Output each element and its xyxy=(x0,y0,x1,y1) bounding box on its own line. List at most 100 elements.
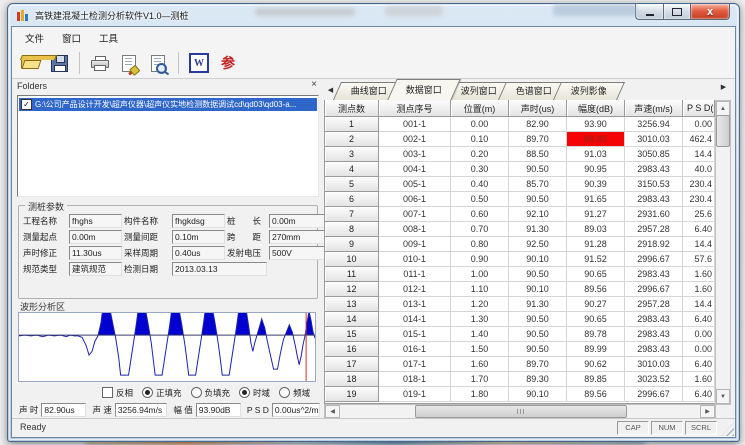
table-cell[interactable]: 40.0 xyxy=(683,162,715,177)
column-header[interactable]: 测点序号 xyxy=(379,100,451,117)
table-cell[interactable]: 012-1 xyxy=(379,282,451,297)
table-cell[interactable]: 001-1 xyxy=(379,117,451,132)
row-number-cell[interactable]: 11 xyxy=(325,267,379,282)
table-cell[interactable]: 0.00 xyxy=(683,342,715,357)
param-value[interactable]: 11.30us xyxy=(69,246,122,260)
table-cell[interactable]: 91.27 xyxy=(567,207,625,222)
table-row[interactable]: 12012-11.1090.1089.562996.671.60 xyxy=(325,282,715,297)
table-row[interactable]: 2002-10.1089.7086.803010.03462.4 xyxy=(325,132,715,147)
word-export-button[interactable]: W xyxy=(187,51,211,75)
table-cell[interactable]: 90.27 xyxy=(567,297,625,312)
table-cell[interactable]: 2983.43 xyxy=(625,327,683,342)
table-cell[interactable]: 0.70 xyxy=(451,222,509,237)
scroll-up-icon[interactable]: ▲ xyxy=(716,101,730,116)
column-header[interactable]: 声速(m/s) xyxy=(625,100,683,117)
scroll-down-icon[interactable]: ▼ xyxy=(716,389,730,404)
table-cell[interactable]: 1.60 xyxy=(683,267,715,282)
param-value[interactable]: 0.10m xyxy=(172,230,225,244)
table-cell[interactable]: 1.60 xyxy=(683,282,715,297)
table-cell[interactable]: 88.50 xyxy=(509,147,567,162)
table-cell[interactable]: 90.50 xyxy=(509,162,567,177)
data-table[interactable]: 测点数测点序号位置(m)声时(us)幅度(dB)声速(m/s)P S D(us1… xyxy=(324,100,716,404)
table-row[interactable]: 3003-10.2088.5091.033050.8514.4 xyxy=(325,147,715,162)
row-number-cell[interactable]: 14 xyxy=(325,312,379,327)
table-cell[interactable]: 007-1 xyxy=(379,207,451,222)
table-cell[interactable]: 91.30 xyxy=(509,297,567,312)
table-cell[interactable]: 004-1 xyxy=(379,162,451,177)
table-cell[interactable]: 462.4 xyxy=(683,132,715,147)
table-cell[interactable]: 89.85 xyxy=(567,372,625,387)
table-cell[interactable]: 90.50 xyxy=(509,267,567,282)
table-cell[interactable]: 0.20 xyxy=(451,147,509,162)
waveform-canvas[interactable] xyxy=(18,312,316,382)
open-button[interactable] xyxy=(18,51,42,75)
table-cell[interactable]: 89.30 xyxy=(509,372,567,387)
row-number-cell[interactable]: 17 xyxy=(325,357,379,372)
table-cell[interactable]: 3050.85 xyxy=(625,147,683,162)
tab-5[interactable]: 波列影像 xyxy=(553,82,625,100)
table-cell[interactable]: 015-1 xyxy=(379,327,451,342)
table-cell[interactable]: 1.50 xyxy=(451,342,509,357)
table-cell[interactable]: 89.03 xyxy=(567,222,625,237)
row-number-cell[interactable]: 18 xyxy=(325,372,379,387)
table-cell[interactable]: 86.80 xyxy=(567,132,625,147)
menu-item-2[interactable]: 窗口 xyxy=(53,28,90,48)
table-cell[interactable]: 011-1 xyxy=(379,267,451,282)
table-cell[interactable]: 014-1 xyxy=(379,312,451,327)
table-cell[interactable]: 002-1 xyxy=(379,132,451,147)
table-cell[interactable]: 0.00 xyxy=(683,117,715,132)
table-cell[interactable]: 14.4 xyxy=(683,237,715,252)
table-cell[interactable]: 57.6 xyxy=(683,252,715,267)
table-cell[interactable]: 14.4 xyxy=(683,147,715,162)
table-cell[interactable]: 017-1 xyxy=(379,357,451,372)
invert-checkbox[interactable]: 反相 xyxy=(102,387,133,399)
table-cell[interactable]: 2983.43 xyxy=(625,342,683,357)
table-cell[interactable]: 3023.52 xyxy=(625,372,683,387)
table-cell[interactable]: 230.4 xyxy=(683,192,715,207)
table-row[interactable]: 5005-10.4085.7090.393150.53230.4 xyxy=(325,177,715,192)
table-cell[interactable]: 92.50 xyxy=(509,237,567,252)
table-cell[interactable]: 89.99 xyxy=(567,342,625,357)
row-number-cell[interactable]: 5 xyxy=(325,177,379,192)
table-cell[interactable]: 6.40 xyxy=(683,312,715,327)
table-cell[interactable]: 0.50 xyxy=(451,192,509,207)
table-cell[interactable]: 1.10 xyxy=(451,282,509,297)
vertical-scrollbar[interactable]: ▲ ▼ xyxy=(715,100,731,405)
table-cell[interactable]: 14.4 xyxy=(683,297,715,312)
table-row[interactable]: 8008-10.7091.3089.032957.286.40 xyxy=(325,222,715,237)
row-number-cell[interactable]: 16 xyxy=(325,342,379,357)
table-cell[interactable]: 2931.60 xyxy=(625,207,683,222)
table-cell[interactable]: 90.10 xyxy=(509,387,567,402)
resize-grip[interactable] xyxy=(721,423,734,436)
param-value[interactable]: 270mm xyxy=(269,230,325,244)
param-value[interactable]: fhghs xyxy=(69,214,122,228)
table-row[interactable]: 1001-10.0082.9093.903256.940.00 xyxy=(325,117,715,132)
option-radio[interactable]: 负填充 xyxy=(191,387,231,399)
table-cell[interactable]: 2996.67 xyxy=(625,387,683,402)
table-cell[interactable]: 91.65 xyxy=(567,192,625,207)
print-button[interactable] xyxy=(88,51,112,75)
table-cell[interactable]: 1.60 xyxy=(451,357,509,372)
parameters-button[interactable]: 参 xyxy=(216,51,240,75)
table-row[interactable]: 4004-10.3090.5090.952983.4340.0 xyxy=(325,162,715,177)
table-cell[interactable]: 91.30 xyxy=(509,222,567,237)
menu-item-3[interactable]: 工具 xyxy=(90,28,127,48)
scroll-left-icon[interactable]: ◀ xyxy=(325,405,340,418)
table-cell[interactable]: 008-1 xyxy=(379,222,451,237)
table-cell[interactable]: 2983.43 xyxy=(625,162,683,177)
table-cell[interactable]: 019-1 xyxy=(379,387,451,402)
row-number-cell[interactable]: 19 xyxy=(325,387,379,402)
scroll-right-icon[interactable]: ▶ xyxy=(700,405,715,418)
table-cell[interactable]: 89.70 xyxy=(509,357,567,372)
table-cell[interactable]: 89.78 xyxy=(567,327,625,342)
table-cell[interactable]: 2996.67 xyxy=(625,252,683,267)
table-row[interactable]: 16016-11.5090.5089.992983.430.00 xyxy=(325,342,715,357)
table-cell[interactable]: 91.28 xyxy=(567,237,625,252)
table-cell[interactable]: 2983.43 xyxy=(625,192,683,207)
table-cell[interactable]: 2957.28 xyxy=(625,222,683,237)
column-header[interactable]: P S D(us xyxy=(683,100,715,117)
file-checkbox[interactable]: ✓ xyxy=(21,99,32,110)
table-row[interactable]: 19019-11.8090.1089.562996.676.40 xyxy=(325,387,715,402)
table-row[interactable]: 6006-10.5090.5091.652983.43230.4 xyxy=(325,192,715,207)
table-cell[interactable]: 6.40 xyxy=(683,222,715,237)
